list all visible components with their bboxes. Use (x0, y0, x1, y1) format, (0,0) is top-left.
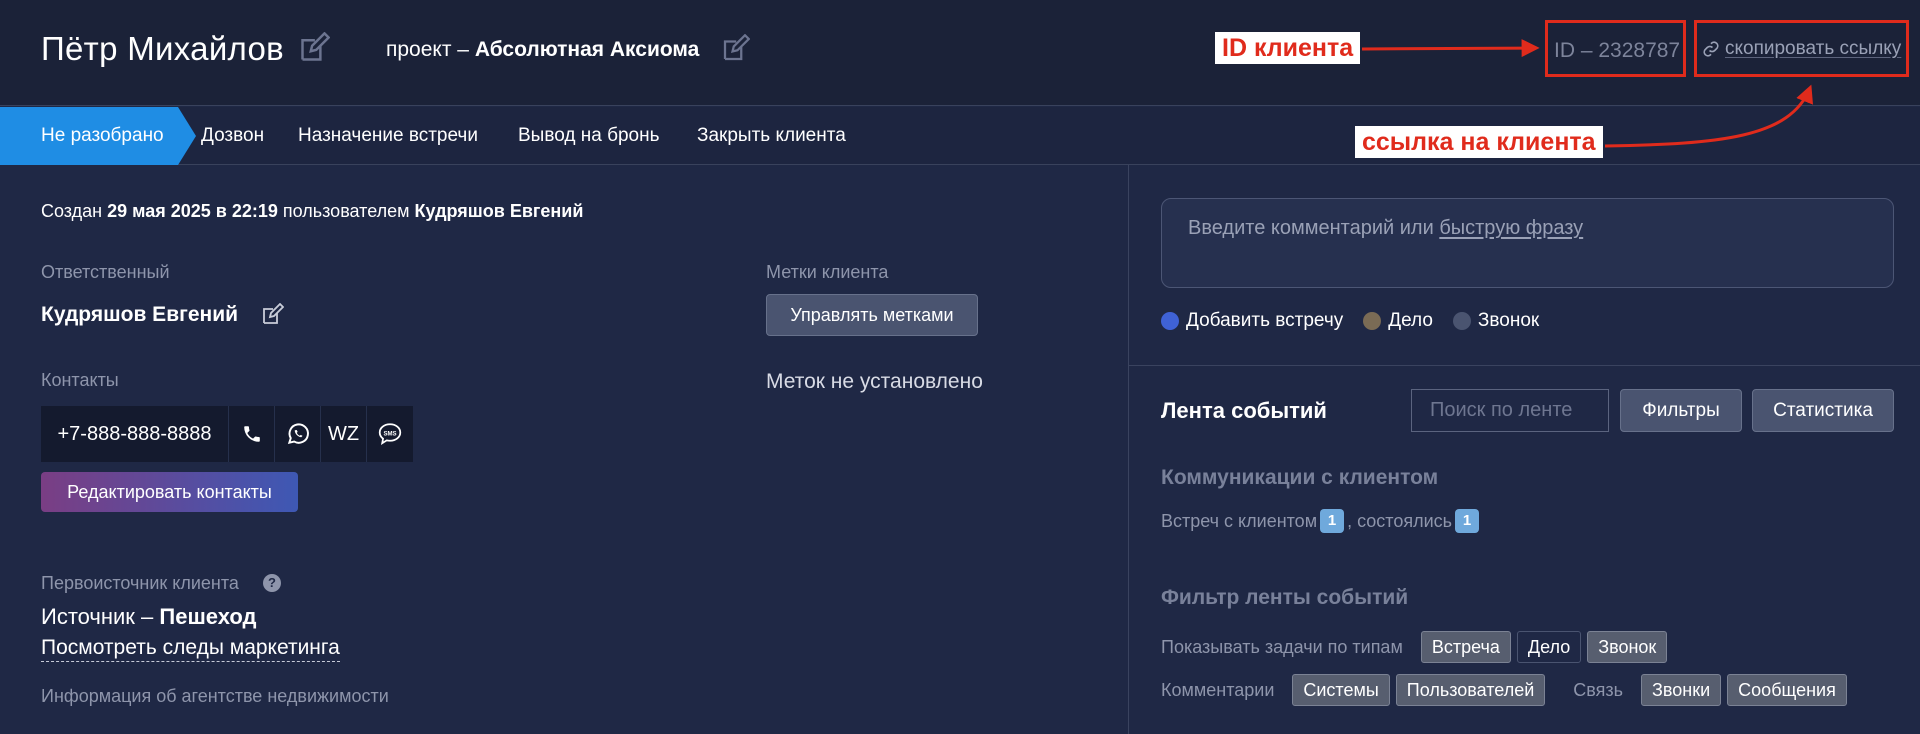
column-divider (1128, 165, 1129, 734)
phone-number[interactable]: +7-888-888-8888 (41, 406, 229, 462)
source-line: Источник – Пешеход (41, 604, 257, 629)
contact-bar: +7-888-888-8888 WZ SMS (41, 406, 413, 462)
no-tags-text: Меток не установлено (766, 370, 983, 393)
radio-dot-icon (1452, 312, 1471, 330)
responsible-label: Ответственный (41, 262, 170, 282)
radio-dot-icon (1363, 312, 1382, 330)
created-info: Создан 29 мая 2025 в 22:19 пользователем… (41, 201, 584, 221)
chip-users[interactable]: Пользователей (1395, 674, 1546, 706)
contacts-label: Контакты (41, 370, 119, 390)
created-date: 29 мая 2025 в 22:19 (107, 201, 278, 221)
chip-meeting[interactable]: Встреча (1420, 631, 1511, 663)
marketing-trace-link[interactable]: Посмотреть следы маркетинга (41, 636, 340, 662)
comment-input[interactable]: Введите комментарий или быструю фразу (1161, 198, 1894, 288)
radio-call[interactable]: Звонок (1452, 310, 1539, 332)
chip-task[interactable]: Дело (1516, 631, 1582, 663)
radio-task[interactable]: Дело (1363, 310, 1433, 332)
wz-icon[interactable]: WZ (321, 406, 367, 462)
svg-text:SMS: SMS (383, 431, 396, 437)
arrow-to-link (1604, 84, 1813, 148)
comment-filter: Комментарии Системы Пользователей Связь … (1161, 674, 1847, 706)
edit-responsible-icon[interactable] (260, 303, 284, 327)
statistics-button[interactable]: Статистика (1752, 389, 1894, 432)
radio-add-meeting[interactable]: Добавить встречу (1161, 310, 1343, 332)
annotation-arrows (1361, 39, 1813, 148)
meetings-summary: Встреч с клиентом 1 , состоялись 1 (1161, 509, 1480, 533)
manage-tags-button[interactable]: Управлять метками (766, 294, 978, 336)
arrow-to-id (1361, 39, 1540, 58)
quick-phrase-link[interactable]: быструю фразу (1439, 217, 1583, 239)
phone-call-icon[interactable] (229, 406, 275, 462)
sms-icon[interactable]: SMS (367, 406, 413, 462)
feed-title: Лента событий (1161, 398, 1327, 423)
edit-contacts-button[interactable]: Редактировать контакты (41, 472, 298, 512)
tags-label: Метки клиента (766, 262, 889, 282)
help-icon[interactable]: ? (263, 574, 281, 592)
feed-search-input[interactable] (1411, 389, 1609, 432)
meetings-done-badge: 1 (1455, 509, 1480, 533)
source-label: Первоисточник клиента (41, 573, 239, 593)
responsible-name: Кудряшов Евгений (41, 303, 239, 326)
action-radio-group: Добавить встречу Дело Звонок (1161, 310, 1539, 332)
right-divider (1129, 365, 1920, 366)
chip-system[interactable]: Системы (1292, 674, 1390, 706)
radio-dot-icon (1161, 312, 1179, 330)
chip-messages[interactable]: Сообщения (1727, 674, 1847, 706)
communications-title: Коммуникации с клиентом (1161, 466, 1439, 489)
feed-filter-title: Фильтр ленты событий (1161, 586, 1409, 609)
source-value: Пешеход (159, 604, 257, 629)
chip-calls[interactable]: Звонки (1641, 674, 1722, 706)
chip-call[interactable]: Звонок (1587, 631, 1668, 663)
meetings-count-badge: 1 (1320, 509, 1345, 533)
filters-button[interactable]: Фильтры (1620, 389, 1742, 432)
created-user: Кудряшов Евгений (414, 201, 584, 221)
task-type-filter: Показывать задачи по типам Встреча Дело … (1161, 631, 1668, 663)
agency-info-label: Информация об агентстве недвижимости (41, 686, 389, 706)
whatsapp-icon[interactable] (275, 406, 321, 462)
